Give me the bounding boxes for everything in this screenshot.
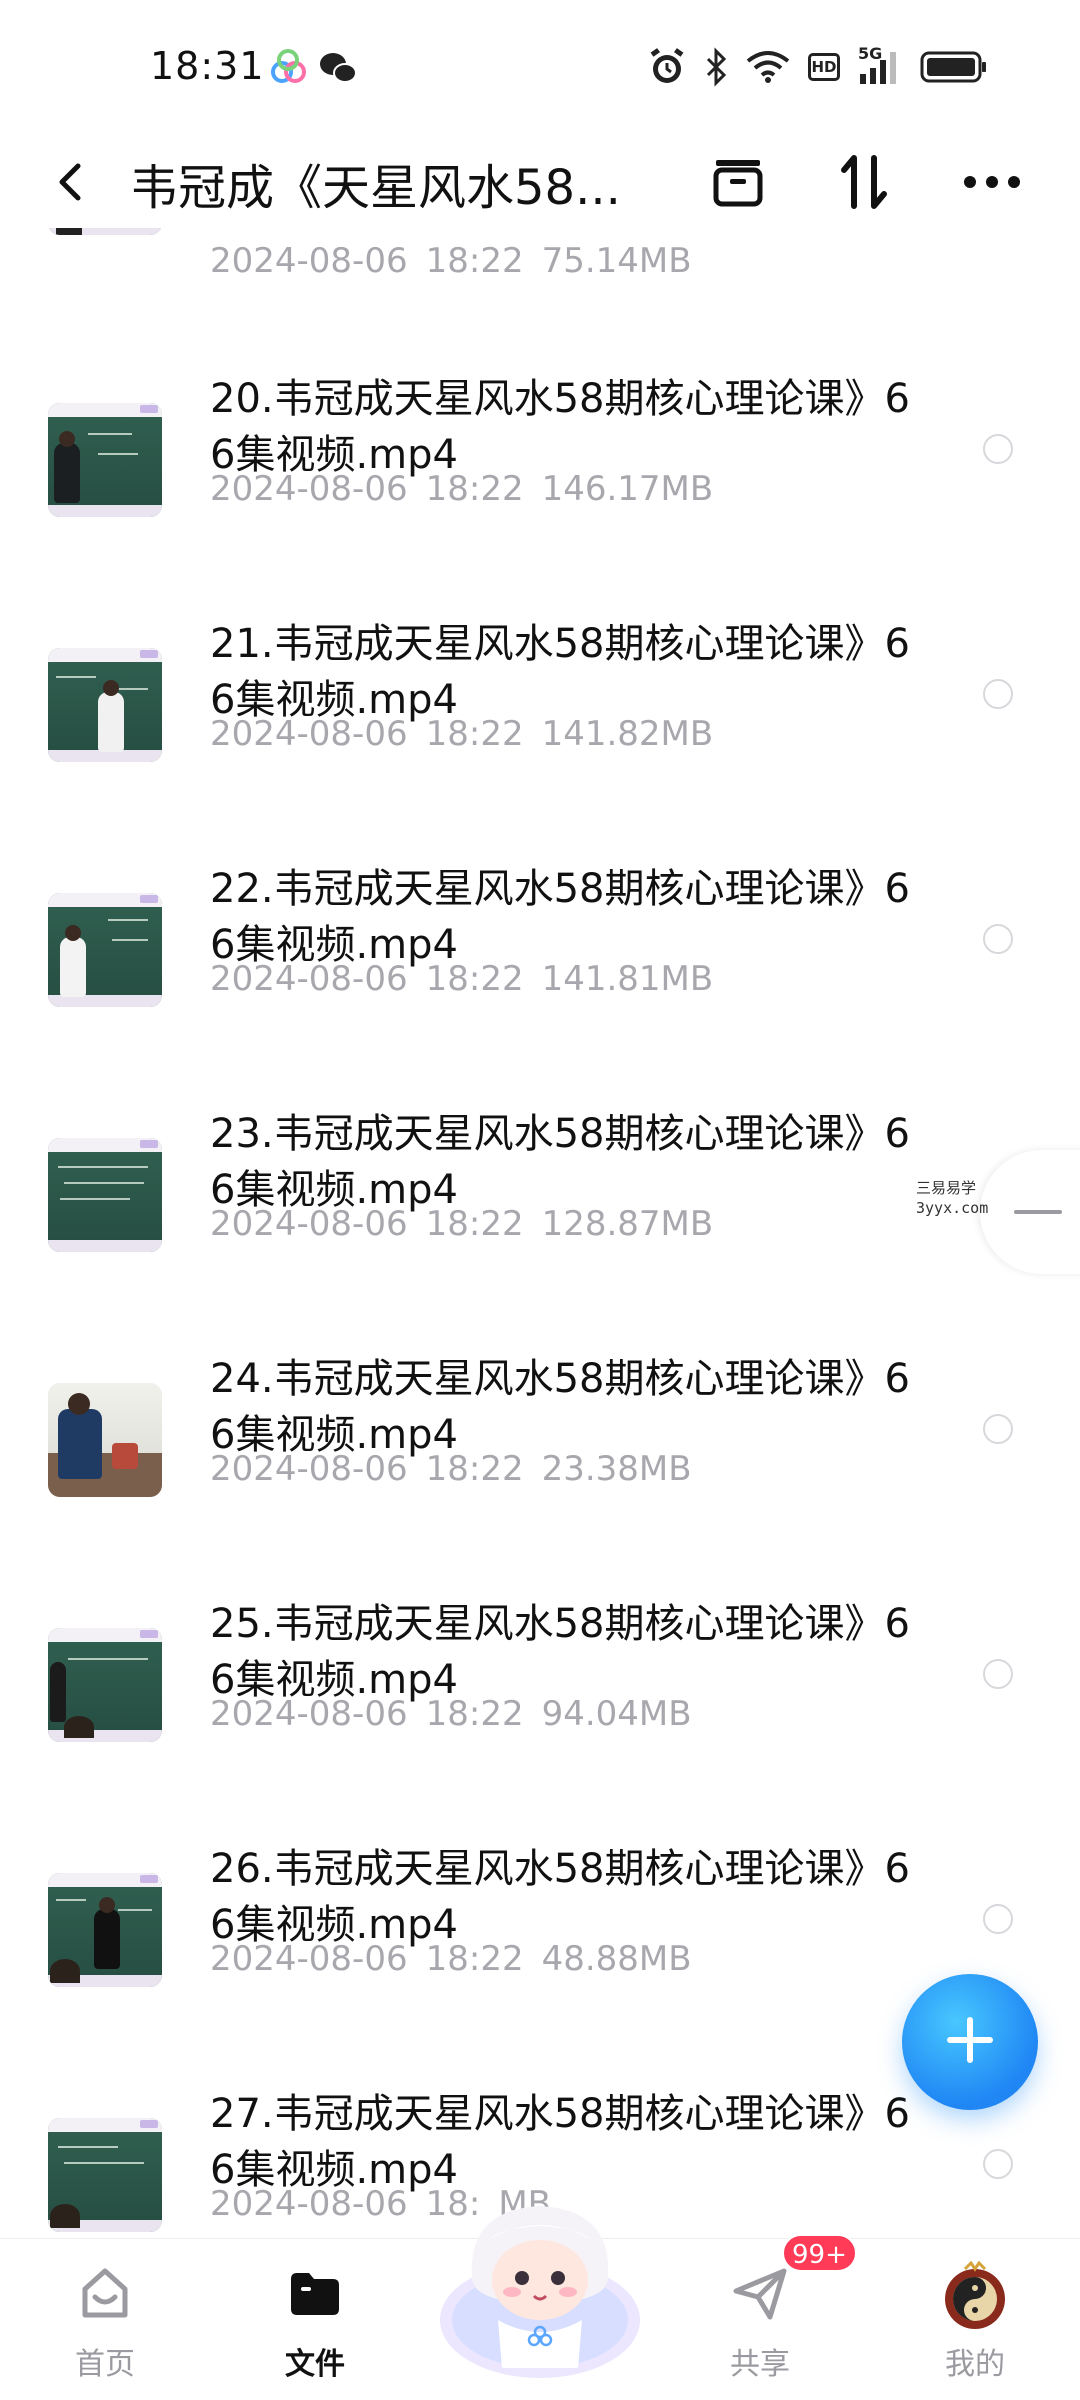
select-radio[interactable] xyxy=(983,924,1013,954)
file-name: 26.韦冠成天星风水58期核心理论课》66集视频.mp4 xyxy=(210,1846,910,1948)
add-button[interactable] xyxy=(902,1974,1038,2110)
share-count-badge: 99+ xyxy=(782,2234,857,2272)
file-list: 2024-08-06 18:22 75.14MB 20.韦冠成天星风水58期核心理论… xyxy=(0,228,1080,2238)
nav-files[interactable]: 文件 xyxy=(240,2239,390,2400)
file-row[interactable]: 23.韦冠成天星风水58期核心理论课》66集视频.mp4 2024-08-06 1… xyxy=(0,1096,1080,1341)
file-name: 22.韦冠成天星风水58期核心理论课》66集视频.mp4 xyxy=(210,866,910,968)
nav-label: 首页 xyxy=(75,2347,135,2382)
file-time: 18:22 xyxy=(425,1694,524,1734)
select-radio[interactable] xyxy=(983,434,1013,464)
select-radio[interactable] xyxy=(983,2149,1013,2179)
hd-icon: HD xyxy=(808,53,840,81)
video-thumbnail xyxy=(48,228,162,235)
file-date: 2024-08-06 xyxy=(210,1694,408,1734)
file-time: 18:22 xyxy=(425,1449,524,1489)
file-size: 141.82MB xyxy=(541,714,714,754)
file-size: 48.88MB xyxy=(541,1939,692,1979)
wechat-icon xyxy=(318,48,358,92)
file-name: 21.韦冠成天星风水58期核心理论课》66集视频.mp4 xyxy=(210,621,910,723)
file-size: 141.81MB xyxy=(541,959,714,999)
file-meta: 2024-08-06 18:22 128.87MB xyxy=(210,1204,713,1244)
video-thumbnail xyxy=(48,893,162,1007)
video-thumbnail xyxy=(48,2118,162,2232)
video-thumbnail xyxy=(48,1383,162,1497)
file-time: 18:22 xyxy=(425,1939,524,1979)
file-size: 128.87MB xyxy=(541,1204,714,1244)
file-date: 2024-08-06 xyxy=(210,1939,408,1979)
file-date: 2024-08-06 xyxy=(210,714,408,754)
mascot-icon xyxy=(428,2206,652,2384)
assistant-app-icon xyxy=(268,48,308,92)
file-size: 146.17MB xyxy=(541,469,714,509)
back-arrow-icon[interactable] xyxy=(44,154,100,210)
file-meta: 2024-08-06 18:22 23.38MB xyxy=(210,1449,692,1489)
file-row[interactable]: 21.韦冠成天星风水58期核心理论课》66集视频.mp4 2024-08-06 1… xyxy=(0,606,1080,851)
file-time: 18:22 xyxy=(425,241,524,281)
alarm-icon xyxy=(648,47,686,87)
video-thumbnail xyxy=(48,1628,162,1742)
file-meta: 2024-08-06 18:22 94.04MB xyxy=(210,1694,692,1734)
file-size: 94.04MB xyxy=(541,1694,692,1734)
nav-label: 共享 xyxy=(730,2347,790,2382)
archive-icon[interactable] xyxy=(702,146,774,218)
file-meta: 2024-08-06 18:22 48.88MB xyxy=(210,1939,692,1979)
watermark-line2: 3yyx.com xyxy=(916,1199,989,1217)
video-thumbnail xyxy=(48,1873,162,1987)
file-row[interactable]: 24.韦冠成天星风水58期核心理论课》66集视频.mp4 2024-08-06 1… xyxy=(0,1341,1080,1586)
folder-title: 韦冠成《天星风水58... xyxy=(130,160,621,216)
file-meta: 2024-08-06 18:22 141.81MB xyxy=(210,959,713,999)
file-row[interactable]: 25.韦冠成天星风水58期核心理论课》66集视频.mp4 2024-08-06 1… xyxy=(0,1586,1080,1831)
file-row[interactable]: 22.韦冠成天星风水58期核心理论课》66集视频.mp4 2024-08-06 1… xyxy=(0,851,1080,1096)
file-meta: 2024-08-06 18:22 141.82MB xyxy=(210,714,713,754)
wifi-icon xyxy=(746,49,790,85)
file-time: 18:22 xyxy=(425,469,524,509)
file-date: 2024-08-06 xyxy=(210,469,408,509)
file-date: 2024-08-06 xyxy=(210,959,408,999)
video-thumbnail xyxy=(48,403,162,517)
bluetooth-icon xyxy=(704,47,728,87)
select-radio[interactable] xyxy=(983,1414,1013,1444)
select-radio[interactable] xyxy=(983,1904,1013,1934)
file-name: 23.韦冠成天星风水58期核心理论课》66集视频.mp4 xyxy=(210,1111,910,1213)
sort-icon[interactable] xyxy=(828,146,900,218)
nav-label: 文件 xyxy=(285,2347,345,2382)
nav-label: 我的 xyxy=(945,2347,1005,2382)
5g-signal-icon: 5G xyxy=(858,44,902,86)
file-name: 25.韦冠成天星风水58期核心理论课》66集视频.mp4 xyxy=(210,1601,910,1703)
file-time: 18:22 xyxy=(425,959,524,999)
nav-home[interactable]: 首页 xyxy=(30,2239,180,2400)
watermark-line1: 三易易学 xyxy=(916,1179,977,1197)
file-date: 2024-08-06 xyxy=(210,1449,408,1489)
status-time: 18:31 xyxy=(150,44,265,88)
file-time: 18:22 xyxy=(425,1204,524,1244)
file-row[interactable]: 20.韦冠成天星风水58期核心理论课》66集视频.mp4 2024-08-06 1… xyxy=(0,361,1080,606)
share-plane-icon xyxy=(728,2261,792,2329)
file-size: 23.38MB xyxy=(541,1449,692,1489)
file-name: 20.韦冠成天星风水58期核心理论课》66集视频.mp4 xyxy=(210,376,910,478)
file-row[interactable]: 2024-08-06 18:22 75.14MB xyxy=(0,228,1080,310)
select-radio[interactable] xyxy=(983,679,1013,709)
home-icon xyxy=(73,2261,137,2329)
folder-icon xyxy=(283,2261,347,2329)
select-radio[interactable] xyxy=(983,1659,1013,1689)
file-name: 24.韦冠成天星风水58期核心理论课》66集视频.mp4 xyxy=(210,1356,910,1458)
file-meta: 2024-08-06 18:22 75.14MB xyxy=(210,241,692,281)
file-time: 18:22 xyxy=(425,714,524,754)
file-date: 2024-08-06 xyxy=(210,241,408,281)
video-thumbnail xyxy=(48,1138,162,1252)
battery-icon xyxy=(920,50,988,84)
profile-avatar-icon xyxy=(939,2260,1011,2337)
status-bar: 18:31 HD 5G xyxy=(0,0,1080,136)
file-date: 2024-08-06 xyxy=(210,1204,408,1244)
nav-profile[interactable]: 我的 xyxy=(900,2239,1050,2400)
video-thumbnail xyxy=(48,648,162,762)
file-size: 75.14MB xyxy=(541,241,692,281)
header-bar: 韦冠成《天星风水58... xyxy=(0,136,1080,228)
file-date: 2024-08-06 xyxy=(210,2184,408,2224)
plus-icon xyxy=(942,2012,998,2072)
site-watermark: 三易易学 3yyx.com xyxy=(916,1178,988,1218)
file-meta: 2024-08-06 18:22 146.17MB xyxy=(210,469,713,509)
more-icon[interactable] xyxy=(956,146,1028,218)
mascot-assistant-button[interactable] xyxy=(428,2180,652,2380)
